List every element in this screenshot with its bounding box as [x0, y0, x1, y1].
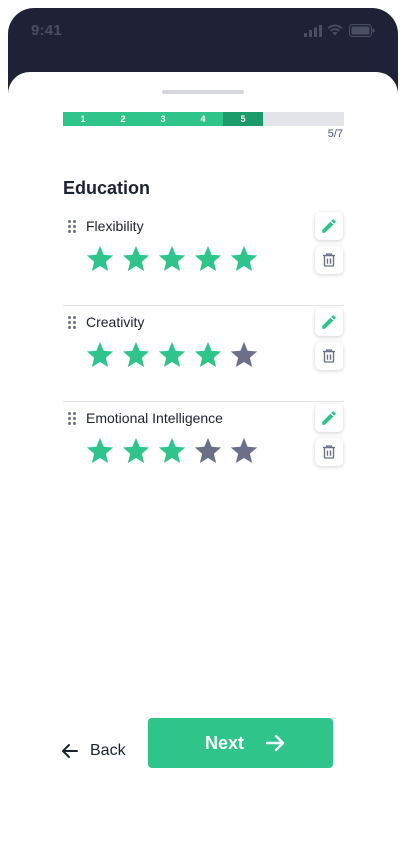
drag-handle-icon[interactable] — [68, 220, 78, 234]
skill-name: Emotional Intelligence — [86, 410, 223, 426]
status-time: 9:41 — [31, 22, 62, 39]
delete-button[interactable] — [315, 246, 343, 274]
drag-handle-icon[interactable] — [68, 412, 78, 426]
status-bar: 9:41 — [8, 8, 398, 52]
edit-button[interactable] — [315, 212, 343, 240]
next-label: Next — [205, 733, 245, 753]
skill-name: Flexibility — [86, 218, 144, 234]
step-3[interactable]: 3 — [143, 112, 183, 126]
pencil-icon — [322, 411, 336, 425]
star-filled-icon[interactable] — [85, 244, 115, 274]
step-counter: 5/7 — [327, 128, 343, 140]
star-filled-icon[interactable] — [157, 244, 187, 274]
step-2[interactable]: 2 — [103, 112, 143, 126]
trash-icon — [323, 349, 335, 363]
pencil-icon — [322, 219, 336, 233]
trash-icon — [323, 445, 335, 459]
star-filled-icon[interactable] — [121, 244, 151, 274]
star-empty-icon[interactable] — [229, 436, 259, 466]
star-filled-icon[interactable] — [157, 340, 187, 370]
skill-item: Emotional Intelligence — [63, 402, 344, 498]
star-filled-icon[interactable] — [121, 436, 151, 466]
delete-button[interactable] — [315, 438, 343, 466]
wifi-icon — [327, 24, 343, 36]
skill-name: Creativity — [86, 314, 145, 330]
back-label: Back — [90, 742, 126, 759]
skill-item: Flexibility — [63, 210, 344, 306]
star-filled-icon[interactable] — [85, 340, 115, 370]
star-filled-icon[interactable] — [193, 340, 223, 370]
battery-icon — [349, 24, 375, 37]
progress-stepper: 1 2 3 4 5 — [63, 112, 344, 126]
skill-item: Creativity — [63, 306, 344, 402]
step-1[interactable]: 1 — [63, 112, 103, 126]
star-filled-icon[interactable] — [193, 244, 223, 274]
next-button[interactable]: Next — [148, 718, 333, 768]
star-filled-icon[interactable] — [121, 340, 151, 370]
star-filled-icon[interactable] — [85, 436, 115, 466]
edit-button[interactable] — [315, 404, 343, 432]
star-empty-icon[interactable] — [193, 436, 223, 466]
sheet-handle[interactable] — [162, 90, 244, 94]
drag-handle-icon[interactable] — [68, 316, 78, 330]
delete-button[interactable] — [315, 342, 343, 370]
arrow-right-icon — [265, 734, 285, 752]
arrow-left-icon — [62, 744, 78, 758]
edit-button[interactable] — [315, 308, 343, 336]
star-empty-icon[interactable] — [229, 340, 259, 370]
star-filled-icon[interactable] — [157, 436, 187, 466]
signal-icon — [304, 25, 322, 37]
step-4[interactable]: 4 — [183, 112, 223, 126]
section-title: Education — [63, 178, 151, 198]
trash-icon — [323, 253, 335, 267]
step-5-current[interactable]: 5 — [223, 112, 263, 126]
star-filled-icon[interactable] — [229, 244, 259, 274]
pencil-icon — [322, 315, 336, 329]
back-button[interactable]: Back — [60, 726, 140, 776]
